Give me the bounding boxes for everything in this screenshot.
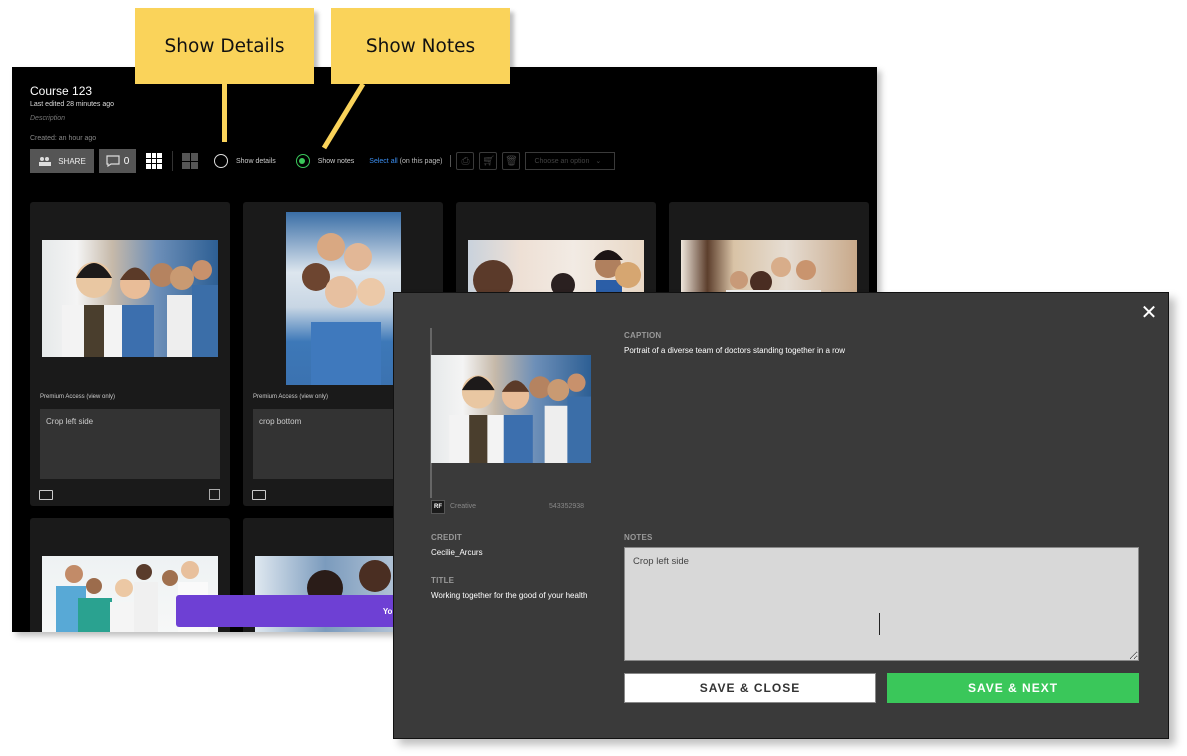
show-details-radio[interactable] xyxy=(214,154,228,168)
save-close-button[interactable]: SAVE & CLOSE xyxy=(624,673,876,703)
card-access-label: Premium Access (view only) xyxy=(40,394,116,400)
image-id: 543352938 xyxy=(549,503,585,510)
comment-count: 0 xyxy=(123,155,130,167)
show-notes-label: Show notes xyxy=(317,157,355,165)
close-button[interactable]: ✕ xyxy=(1140,302,1158,324)
chevron-down-icon: ⌄ xyxy=(595,158,602,165)
doctors-image xyxy=(449,373,591,463)
doctors-huddle-image xyxy=(302,233,385,385)
doctors-image xyxy=(62,260,218,357)
text-cursor xyxy=(879,613,880,635)
callout-show-notes: Show Notes xyxy=(331,8,510,84)
share-button[interactable]: SHARE xyxy=(30,149,94,173)
credit-value: Cecilie_Arcurs xyxy=(431,548,483,557)
share-label: SHARE xyxy=(58,156,86,166)
select-checkbox[interactable] xyxy=(209,489,220,500)
grid-view-icon[interactable] xyxy=(146,153,162,169)
callout-show-details-text: Show Details xyxy=(164,35,285,57)
notification-banner: You a xyxy=(176,595,416,627)
show-details-label: Show details xyxy=(236,157,276,165)
asset-thumbnail[interactable] xyxy=(42,240,218,357)
mosaic-view-icon[interactable] xyxy=(182,153,198,169)
show-notes-toggle[interactable]: Show notes xyxy=(295,154,355,168)
asset-thumbnail[interactable] xyxy=(286,212,401,385)
action-select[interactable]: Choose an option ⌄ xyxy=(525,152,616,170)
save-next-button[interactable]: SAVE & NEXT xyxy=(887,673,1139,703)
select-all: Select all (on this page) xyxy=(369,158,442,165)
show-notes-radio[interactable] xyxy=(295,154,310,168)
show-details-toggle[interactable]: Show details xyxy=(214,154,276,168)
print-icon: ⎙ xyxy=(461,155,470,167)
print-button[interactable]: ⎙ xyxy=(456,152,475,170)
description-field[interactable]: Description xyxy=(30,115,65,122)
notes-label: NOTES xyxy=(624,533,653,542)
comments-button[interactable]: 0 xyxy=(99,149,136,173)
callout-show-notes-text: Show Notes xyxy=(365,35,476,57)
toolbar-divider xyxy=(172,151,173,171)
notes-textarea[interactable]: Crop left side xyxy=(624,547,1139,661)
license-type: Creative xyxy=(450,503,477,510)
title-value: Working together for the good of your he… xyxy=(431,591,588,600)
callout-show-details: Show Details xyxy=(135,8,314,84)
cart-icon: 🛒︎ xyxy=(482,155,495,167)
toolbar-divider xyxy=(450,155,452,167)
delete-button[interactable]: 🗑︎ xyxy=(502,152,521,170)
select-all-link[interactable]: Select all xyxy=(369,158,397,165)
users-icon xyxy=(39,157,52,166)
comment-icon[interactable] xyxy=(252,490,266,500)
created-date: Created: an hour ago xyxy=(30,135,97,142)
close-icon: ✕ xyxy=(1140,302,1158,324)
credit-label: CREDIT xyxy=(431,533,462,542)
toolbar: SHARE 0 Show details Show notes Select a… xyxy=(30,149,616,173)
card-access-label: Premium Access (view only) xyxy=(253,394,329,400)
trash-icon: 🗑︎ xyxy=(505,155,518,167)
cart-button[interactable]: 🛒︎ xyxy=(479,152,498,170)
select-all-suffix: (on this page) xyxy=(399,157,443,165)
comment-icon[interactable] xyxy=(39,490,53,500)
asset-card[interactable]: Premium Access (view only) Crop left sid… xyxy=(30,202,230,506)
comment-icon xyxy=(106,155,120,167)
action-select-placeholder: Choose an option xyxy=(534,157,590,165)
title-label: TITLE xyxy=(431,576,455,585)
callout-pointer-notes xyxy=(321,82,366,150)
callout-pointer-details xyxy=(222,84,227,142)
caption-label: CAPTION xyxy=(624,331,662,340)
course-title: Course 123 xyxy=(30,84,93,98)
notes-modal: ✕ RF Creative 543352938 CAPTION Portrait… xyxy=(393,292,1169,739)
last-edited: Last edited 28 minutes ago xyxy=(30,101,115,108)
card-note: Crop left side xyxy=(40,409,220,479)
license-badge: RF xyxy=(431,500,445,514)
modal-thumbnail xyxy=(431,355,591,463)
caption-text: Portrait of a diverse team of doctors st… xyxy=(624,346,846,355)
